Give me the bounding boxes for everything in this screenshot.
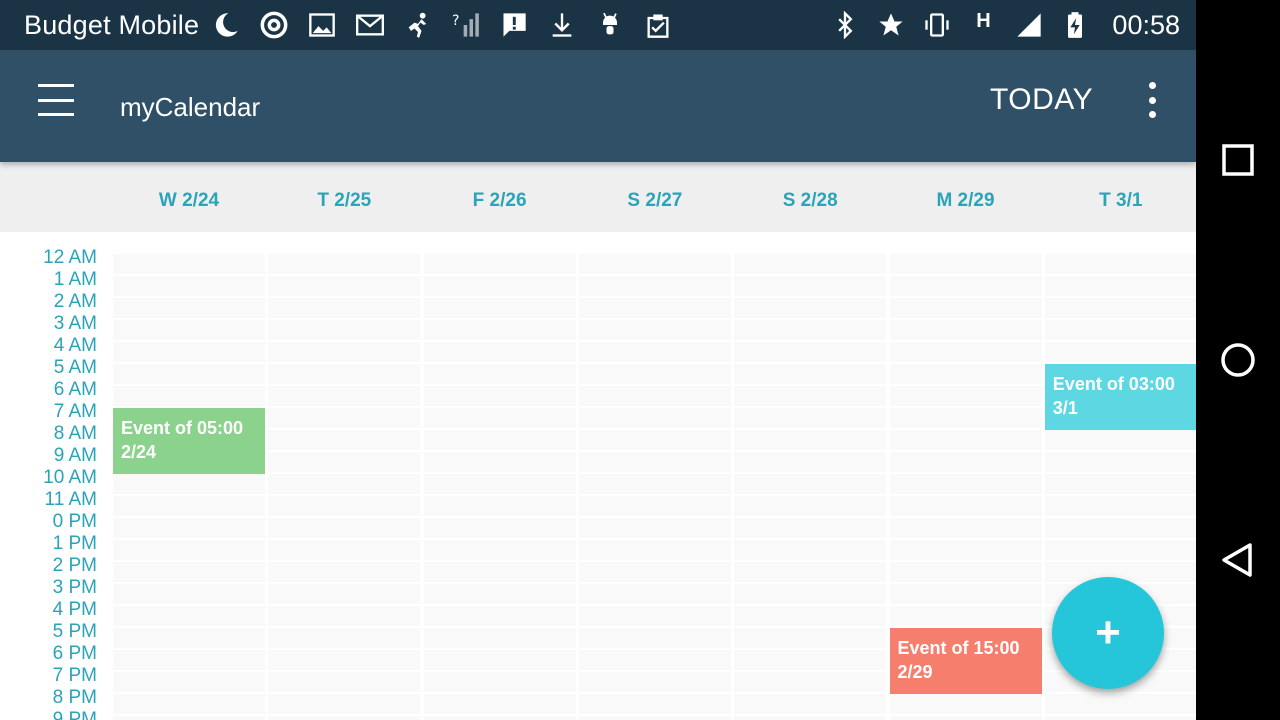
hour-label: 11 AM <box>44 489 97 510</box>
signal-unknown-icon: ? <box>451 10 481 40</box>
event-date: 3/1 <box>1052 398 1078 418</box>
day-header-label[interactable]: S 2/28 <box>734 190 886 212</box>
clock: 00:58 <box>1112 9 1180 40</box>
clipboard-check-icon <box>643 10 673 40</box>
day-column[interactable] <box>578 254 731 720</box>
day-column[interactable] <box>113 254 265 720</box>
app-title: myCalendar <box>120 92 261 122</box>
alert-message-icon <box>499 10 529 40</box>
day-column[interactable] <box>268 254 421 720</box>
event-title: Event of 05:00 <box>121 418 244 438</box>
day-header-label[interactable]: F 2/26 <box>424 190 576 212</box>
hour-label: 3 AM <box>53 313 97 334</box>
bluetooth-icon <box>830 10 860 40</box>
hour-label: 3 PM <box>52 577 97 598</box>
day-column[interactable] <box>734 254 887 720</box>
today-button[interactable]: TODAY <box>990 83 1093 117</box>
mail-icon <box>355 10 385 40</box>
vibrate-icon <box>922 10 952 40</box>
event-title: Event of 15:00 <box>897 638 1020 658</box>
signal-icon <box>1014 10 1044 40</box>
system-icons: H 00:58 <box>830 10 1180 41</box>
hour-label: 0 PM <box>52 511 97 532</box>
hour-label: 5 AM <box>53 357 97 378</box>
hour-label: 6 PM <box>52 643 97 664</box>
notification-icons: ? <box>211 10 673 40</box>
hour-label: 12 AM <box>43 247 97 268</box>
more-options-icon[interactable] <box>1136 80 1168 120</box>
android-icon <box>595 10 625 40</box>
moon-icon <box>211 10 241 40</box>
day-header-label[interactable]: W 2/24 <box>113 190 265 212</box>
menu-icon[interactable] <box>30 78 82 122</box>
event-date: 2/29 <box>897 662 933 682</box>
hour-label: 8 PM <box>52 687 97 708</box>
calendar-event[interactable]: Event of 03:00 3/1 <box>1044 364 1196 430</box>
back-icon[interactable] <box>1216 538 1260 582</box>
event-title: Event of 03:00 <box>1052 374 1175 394</box>
day-column[interactable] <box>423 254 576 720</box>
battery-charging-icon <box>1060 10 1090 40</box>
navigation-bar <box>1196 0 1280 720</box>
hour-label: 2 AM <box>53 291 97 312</box>
hour-label: 4 AM <box>53 335 97 356</box>
week-grid[interactable]: 12 AM 1 AM 2 AM 3 AM 4 AM 5 AM 6 AM 7 AM 8 AM 9 A… <box>0 232 1196 720</box>
day-header-label[interactable]: M 2/29 <box>890 190 1042 212</box>
day-header-label[interactable]: T 2/25 <box>268 190 420 212</box>
day-header: W 2/24 T 2/25 F 2/26 S 2/27 S 2/28 M 2/29 T 3/… <box>0 162 1196 232</box>
hour-label: 1 PM <box>52 533 97 554</box>
hour-label: 8 AM <box>53 423 97 444</box>
runner-icon <box>403 10 433 40</box>
recent-apps-icon[interactable] <box>1216 138 1260 182</box>
star-icon <box>876 10 906 40</box>
svg-text:?: ? <box>452 13 459 29</box>
at-icon <box>259 10 289 40</box>
calendar-event[interactable]: Event of 05:00 2/24 <box>113 408 265 474</box>
home-icon[interactable] <box>1216 338 1260 382</box>
image-icon <box>307 10 337 40</box>
calendar-event[interactable]: Event of 15:00 2/29 <box>889 628 1042 694</box>
network-type-label: H <box>976 10 991 32</box>
hour-label: 5 PM <box>52 621 97 642</box>
hour-label: 9 AM <box>53 445 97 466</box>
day-header-label[interactable]: T 3/1 <box>1045 190 1197 212</box>
hour-label: 6 AM <box>53 379 97 400</box>
add-event-button[interactable]: + <box>1052 577 1164 689</box>
hour-label: 4 PM <box>52 599 97 620</box>
hour-label: 10 AM <box>43 467 97 488</box>
download-icon <box>547 10 577 40</box>
hour-label: 9 PM <box>52 709 97 720</box>
status-bar: Budget Mobile ? H 00:58 <box>0 0 1196 50</box>
hour-label: 2 PM <box>52 555 97 576</box>
day-header-label[interactable]: S 2/27 <box>579 190 731 212</box>
hour-label: 7 PM <box>52 665 97 686</box>
hour-label: 7 AM <box>53 401 97 422</box>
event-date: 2/24 <box>121 442 157 462</box>
app-bar: myCalendar TODAY <box>0 50 1196 162</box>
carrier-name: Budget Mobile <box>24 9 200 40</box>
hour-label: 1 AM <box>53 269 97 290</box>
